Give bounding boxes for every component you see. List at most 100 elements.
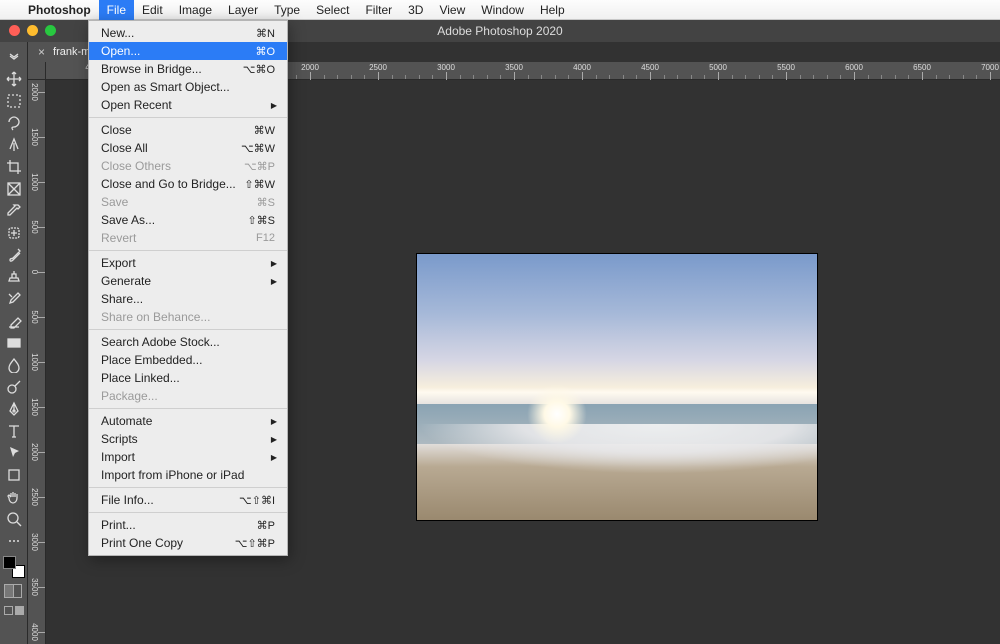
collapse-handle[interactable] [2, 46, 26, 68]
menu-item-label: Automate [101, 414, 152, 428]
menu-item-place-embedded[interactable]: Place Embedded... [89, 351, 287, 369]
menu-item-label: Print... [101, 518, 136, 532]
menu-item-label: Place Embedded... [101, 353, 202, 367]
screen-mode-button[interactable] [4, 606, 24, 615]
menu-item-close-all[interactable]: Close All⌥⌘W [89, 139, 287, 157]
menu-separator [89, 487, 287, 488]
menu-item-import[interactable]: Import [89, 448, 287, 466]
menu-item-save: Save⌘S [89, 193, 287, 211]
menu-item-label: Close [101, 123, 132, 137]
file-menu-dropdown: New... ⌘N Open...⌘OBrowse in Bridge...⌥⌘O O… [88, 20, 288, 556]
menu-item-package: Package... [89, 387, 287, 405]
menu-item-label: Generate [101, 274, 151, 288]
vertical-ruler[interactable]: 2000150010005000500100015002000250030003… [28, 62, 46, 644]
frame-tool[interactable] [2, 178, 26, 200]
foreground-color[interactable] [3, 556, 16, 569]
edit-toolbar-button[interactable] [2, 530, 26, 552]
menu-item-label: Print One Copy [101, 536, 183, 550]
gradient-tool[interactable] [2, 332, 26, 354]
zoom-tool[interactable] [2, 508, 26, 530]
menu-item-label: Open as Smart Object... [101, 80, 230, 94]
eraser-tool[interactable] [2, 310, 26, 332]
menu-item-shortcut: ⌘O [255, 45, 275, 58]
menu-item-open-as-smart-object[interactable]: Open as Smart Object... [89, 78, 287, 96]
clone-stamp-tool[interactable] [2, 266, 26, 288]
app-menu[interactable]: Photoshop [20, 0, 99, 20]
menu-view[interactable]: View [431, 0, 473, 20]
menu-item-save-as[interactable]: Save As...⇧⌘S [89, 211, 287, 229]
blur-tool[interactable] [2, 354, 26, 376]
menu-item-generate[interactable]: Generate [89, 272, 287, 290]
hand-tool[interactable] [2, 486, 26, 508]
menu-item-label: File Info... [101, 493, 154, 507]
menu-item-label: Scripts [101, 432, 138, 446]
menu-item-label: Import from iPhone or iPad [101, 468, 244, 482]
eyedropper-tool[interactable] [2, 200, 26, 222]
menu-separator [89, 408, 287, 409]
menu-item-label: New... [101, 26, 134, 40]
crop-tool[interactable] [2, 156, 26, 178]
menu-help[interactable]: Help [532, 0, 573, 20]
menu-item-label: Open Recent [101, 98, 172, 112]
menu-window[interactable]: Window [473, 0, 532, 20]
dodge-tool[interactable] [2, 376, 26, 398]
menu-item-file-info[interactable]: File Info...⌥⇧⌘I [89, 491, 287, 509]
menu-filter[interactable]: Filter [357, 0, 400, 20]
zoom-window-button[interactable] [45, 25, 56, 36]
color-swatch[interactable] [3, 556, 25, 578]
tools-panel [0, 42, 28, 644]
menu-item-scripts[interactable]: Scripts [89, 430, 287, 448]
menu-layer[interactable]: Layer [220, 0, 266, 20]
healing-brush-tool[interactable] [2, 222, 26, 244]
brush-tool[interactable] [2, 244, 26, 266]
menu-item-browse-in-bridge[interactable]: Browse in Bridge...⌥⌘O [89, 60, 287, 78]
menu-item-shortcut: ⌘W [254, 124, 275, 137]
menu-item-close[interactable]: Close ⌘W [89, 121, 287, 139]
menu-item-shortcut: F12 [256, 232, 275, 244]
menu-item-label: Package... [101, 389, 158, 403]
menu-item-shortcut: ⌘N [256, 27, 275, 40]
menu-item-share[interactable]: Share... [89, 290, 287, 308]
ruler-origin[interactable] [28, 62, 46, 80]
menu-item-search-adobe-stock[interactable]: Search Adobe Stock... [89, 333, 287, 351]
menu-3d[interactable]: 3D [400, 0, 431, 20]
quick-mask-toggle[interactable] [4, 584, 24, 600]
lasso-tool[interactable] [2, 112, 26, 134]
menu-item-label: Place Linked... [101, 371, 180, 385]
menu-item-print-one-copy[interactable]: Print One Copy⌥⇧⌘P [89, 534, 287, 552]
menu-item-shortcut: ⌘S [257, 196, 275, 209]
menu-item-import-from-iphone-or-ipad[interactable]: Import from iPhone or iPad [89, 466, 287, 484]
menu-item-label: Close All [101, 141, 148, 155]
document-canvas[interactable] [417, 254, 817, 520]
close-icon[interactable]: × [38, 45, 45, 59]
menu-item-label: Search Adobe Stock... [101, 335, 220, 349]
menu-item-print[interactable]: Print...⌘P [89, 516, 287, 534]
menu-item-new[interactable]: New... ⌘N [89, 24, 287, 42]
menu-image[interactable]: Image [171, 0, 220, 20]
menu-file[interactable]: File [99, 0, 134, 20]
menu-item-open-recent[interactable]: Open Recent [89, 96, 287, 114]
menu-type[interactable]: Type [266, 0, 308, 20]
menu-item-label: Import [101, 450, 135, 464]
type-tool[interactable] [2, 420, 26, 442]
move-tool[interactable] [2, 68, 26, 90]
menu-item-open[interactable]: Open...⌘O [89, 42, 287, 60]
menu-item-automate[interactable]: Automate [89, 412, 287, 430]
path-select-tool[interactable] [2, 442, 26, 464]
minimize-window-button[interactable] [27, 25, 38, 36]
shape-tool[interactable] [2, 464, 26, 486]
close-window-button[interactable] [9, 25, 20, 36]
menu-item-close-others: Close Others⌥⌘P [89, 157, 287, 175]
quick-select-tool[interactable] [2, 134, 26, 156]
menu-item-place-linked[interactable]: Place Linked... [89, 369, 287, 387]
menu-separator [89, 329, 287, 330]
pen-tool[interactable] [2, 398, 26, 420]
menu-item-export[interactable]: Export [89, 254, 287, 272]
menu-item-shortcut: ⇧⌘W [244, 178, 275, 191]
marquee-tool[interactable] [2, 90, 26, 112]
history-brush-tool[interactable] [2, 288, 26, 310]
menu-item-label: Revert [101, 231, 136, 245]
menu-edit[interactable]: Edit [134, 0, 171, 20]
menu-select[interactable]: Select [308, 0, 357, 20]
menu-item-close-and-go-to-bridge[interactable]: Close and Go to Bridge...⇧⌘W [89, 175, 287, 193]
